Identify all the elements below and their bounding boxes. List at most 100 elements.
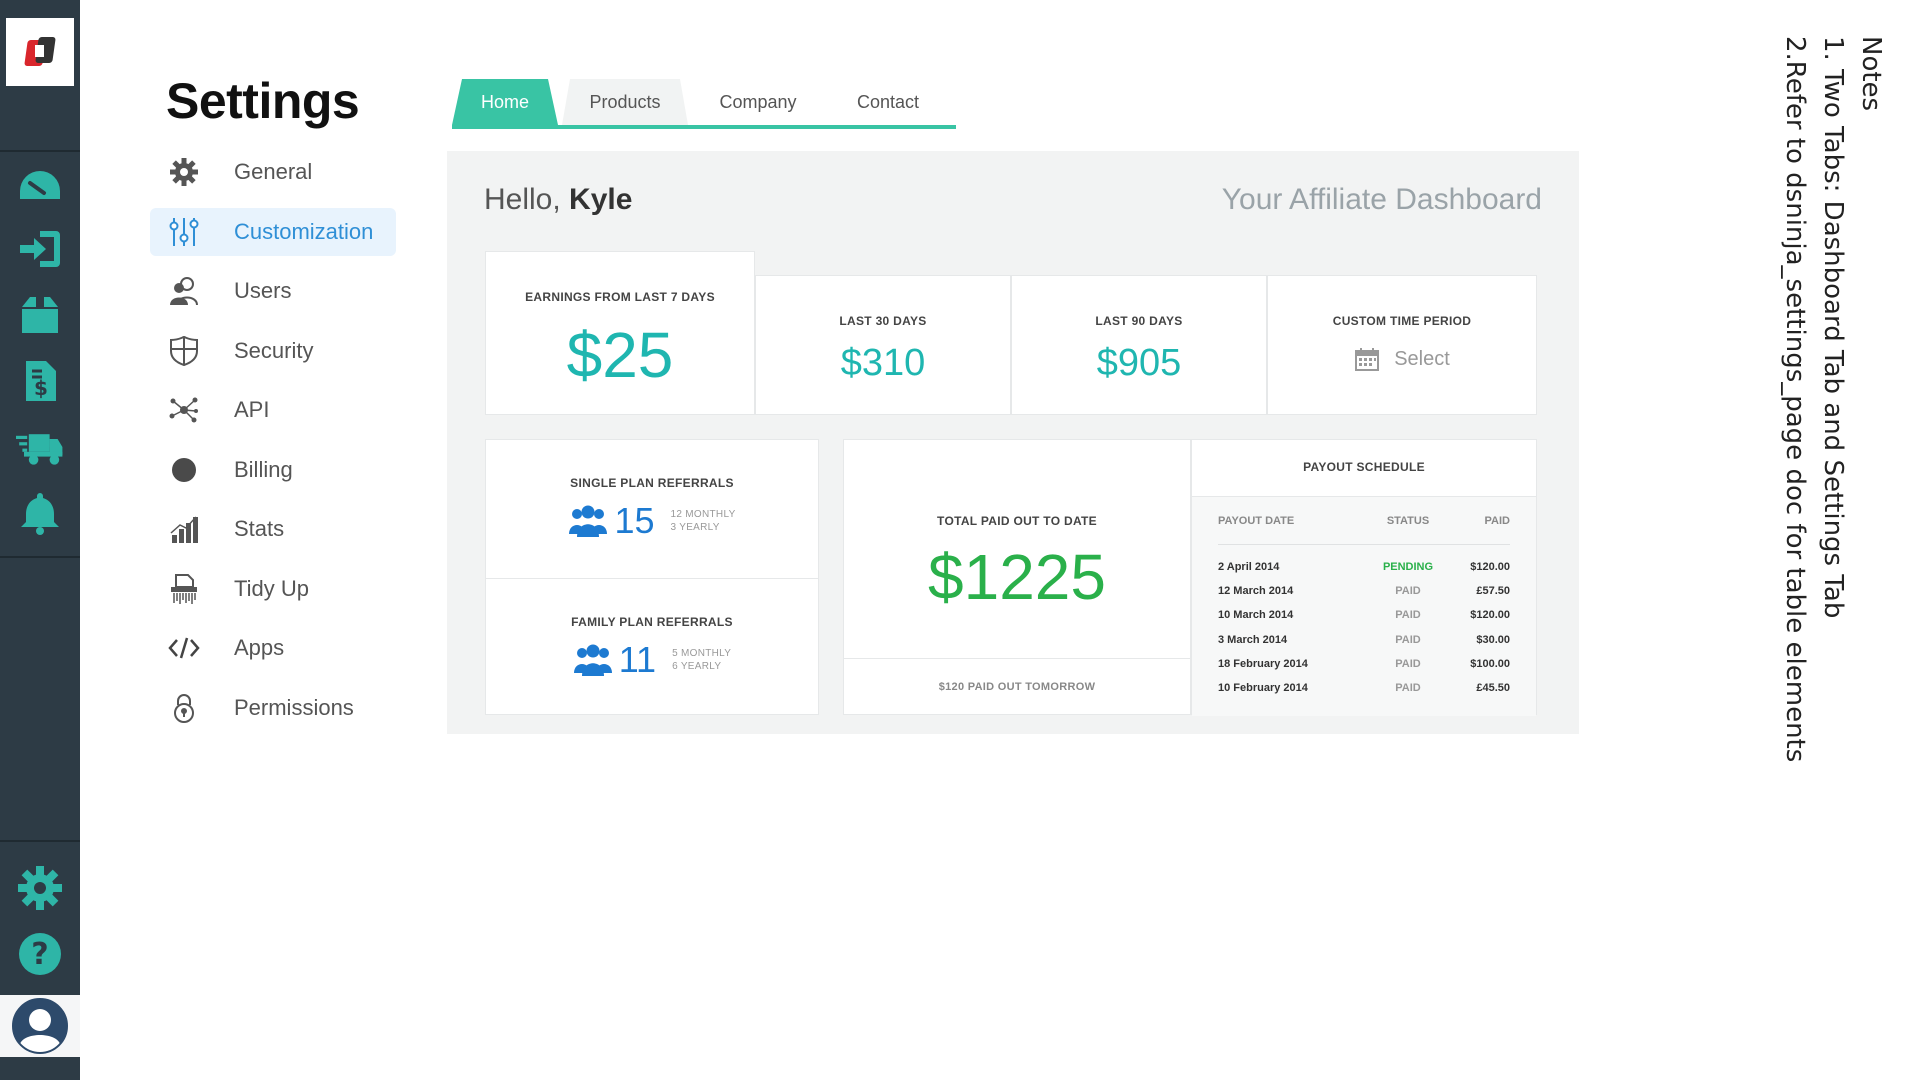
table-row: 10 March 2014 PAID $120.00 — [1218, 609, 1510, 633]
payout-date: 12 March 2014 — [1218, 585, 1294, 598]
tab-home[interactable]: Home — [452, 79, 558, 125]
earnings-value: $310 — [840, 342, 926, 384]
note-line-1: 1. Two Tabs: Dashboard Tab and Settings … — [1818, 36, 1848, 619]
payout-date: 18 February 2014 — [1218, 657, 1308, 670]
payout-status: PAID — [1395, 633, 1421, 646]
earnings-7-days-card: EARNINGS FROM LAST 7 DAYS $25 — [485, 251, 755, 415]
greeting-prefix: Hello, — [484, 183, 561, 216]
rail-footer — [0, 1057, 80, 1080]
rail-divider — [0, 840, 80, 842]
next-payout-note: $120 PAID OUT TOMORROW — [844, 658, 1190, 714]
note-line-2: 2.Refer to dsninja_settings_page doc for… — [1780, 36, 1810, 763]
card-caption: SINGLE PLAN REFERRALS — [570, 476, 734, 490]
payout-date: 3 March 2014 — [1218, 633, 1288, 646]
table-row: 2 April 2014 PENDING $120.00 — [1218, 561, 1510, 585]
settings-item-label: General — [234, 159, 313, 184]
settings-item-label: Apps — [234, 635, 285, 660]
earnings-90-days-card: LAST 90 DAYS $905 — [1011, 275, 1267, 415]
sliders-icon — [168, 216, 200, 248]
settings-item-label: Permissions — [234, 694, 354, 720]
settings-item-users[interactable]: Users — [150, 267, 396, 315]
select-label: Select — [1394, 347, 1450, 370]
settings-item-billing[interactable]: Billing — [150, 446, 396, 494]
tab-contact[interactable]: Contact — [828, 79, 948, 125]
period-select[interactable]: Select — [1268, 346, 1536, 372]
settings-item-apps[interactable]: Apps — [150, 624, 396, 672]
users-group-icon — [573, 644, 612, 676]
table-row: 10 February 2014 PAID £45.50 — [1218, 682, 1510, 706]
single-plan-referrals: SINGLE PLAN REFERRALS 15 12 MONTHLY 3 YE… — [486, 440, 818, 578]
network-icon — [168, 394, 200, 426]
box-icon[interactable] — [0, 284, 80, 346]
settings-item-security[interactable]: Security — [150, 327, 396, 375]
card-caption: EARNINGS FROM LAST 7 DAYS — [525, 290, 715, 304]
referrals-card: SINGLE PLAN REFERRALS 15 12 MONTHLY 3 YE… — [485, 439, 819, 715]
greeting: Hello, Kyle — [484, 183, 632, 217]
dashboard-title: Your Affiliate Dashboard — [1221, 183, 1542, 216]
payout-status: PENDING — [1382, 561, 1434, 573]
earnings-value: $25 — [566, 319, 674, 391]
shield-icon — [168, 335, 200, 367]
settings-title: Settings — [166, 73, 360, 129]
invoice-icon[interactable]: $ — [0, 350, 80, 412]
payout-amount: $120.00 — [1470, 561, 1510, 573]
card-caption: PAYOUT SCHEDULE — [1303, 460, 1425, 474]
lock-icon — [168, 692, 200, 724]
payout-date: 10 March 2014 — [1218, 609, 1294, 622]
card-caption: LAST 30 DAYS — [839, 314, 927, 328]
card-caption: TOTAL PAID OUT TO DATE — [937, 514, 1097, 528]
settings-item-label: Billing — [234, 456, 293, 482]
calendar-icon — [1355, 348, 1380, 371]
bell-icon[interactable] — [0, 482, 80, 544]
payout-amount: $100.00 — [1470, 657, 1510, 670]
payout-amount: $120.00 — [1470, 609, 1510, 622]
user-avatar-icon — [12, 998, 68, 1054]
sign-in-icon[interactable] — [0, 218, 80, 280]
delivery-truck-icon[interactable] — [0, 416, 80, 478]
payout-table: PAYOUT DATE STATUS PAID 2 April 2014 PEN… — [1192, 496, 1536, 716]
card-caption: LAST 90 DAYS — [1095, 314, 1183, 328]
payout-date: 2 April 2014 — [1218, 561, 1280, 573]
payout-table-header: PAYOUT DATE STATUS PAID — [1218, 515, 1510, 545]
nav-tabs: Home Products Company Contact — [452, 79, 956, 129]
user-avatar[interactable] — [0, 995, 80, 1057]
circle-icon — [168, 454, 200, 486]
gear-icon — [168, 156, 200, 188]
bar-chart-icon — [168, 513, 200, 545]
table-row: 3 March 2014 PAID $30.00 — [1218, 634, 1510, 658]
users-icon — [168, 275, 200, 307]
settings-item-stats[interactable]: Stats — [150, 505, 396, 553]
payout-date: 10 February 2014 — [1218, 681, 1308, 694]
family-plan-referrals: FAMILY PLAN REFERRALS 11 5 MONTHLY 6 YEA… — [486, 578, 818, 716]
payout-amount: £45.50 — [1476, 681, 1510, 694]
settings-item-tidy-up[interactable]: Tidy Up — [150, 565, 396, 613]
referral-yearly: 6 YEARLY — [672, 661, 722, 672]
total-paid-value: $1225 — [928, 541, 1106, 613]
app-logo[interactable] — [6, 18, 74, 86]
column-header: STATUS — [1386, 515, 1430, 527]
settings-item-label: Customization — [234, 218, 374, 244]
notes-title: Notes — [1856, 36, 1886, 112]
svg-text:?: ? — [31, 937, 48, 972]
settings-item-label: Security — [234, 337, 314, 363]
earnings-value: $905 — [1096, 342, 1182, 384]
code-icon — [168, 632, 200, 664]
settings-item-customization[interactable]: Customization — [150, 207, 396, 256]
custom-period-card: CUSTOM TIME PERIOD Select — [1267, 275, 1537, 415]
settings-item-permissions[interactable]: Permissions — [150, 684, 396, 732]
speedometer-icon[interactable] — [0, 152, 80, 214]
payout-status: PAID — [1395, 681, 1421, 694]
settings-item-label: Stats — [234, 516, 285, 541]
settings-item-api[interactable]: API — [150, 386, 396, 434]
user-name: Kyle — [569, 183, 633, 216]
referral-count: 15 — [614, 500, 655, 541]
referral-monthly: 5 MONTHLY — [672, 648, 732, 659]
tab-company[interactable]: Company — [696, 79, 820, 125]
help-icon[interactable]: ? — [0, 923, 80, 985]
referral-monthly: 12 MONTHLY — [670, 509, 736, 520]
table-row: 18 February 2014 PAID $100.00 — [1218, 658, 1510, 682]
gear-icon[interactable] — [0, 857, 80, 919]
earnings-30-days-card: LAST 30 DAYS $310 — [755, 275, 1011, 415]
tab-products[interactable]: Products — [562, 79, 688, 125]
settings-item-general[interactable]: General — [150, 148, 396, 196]
